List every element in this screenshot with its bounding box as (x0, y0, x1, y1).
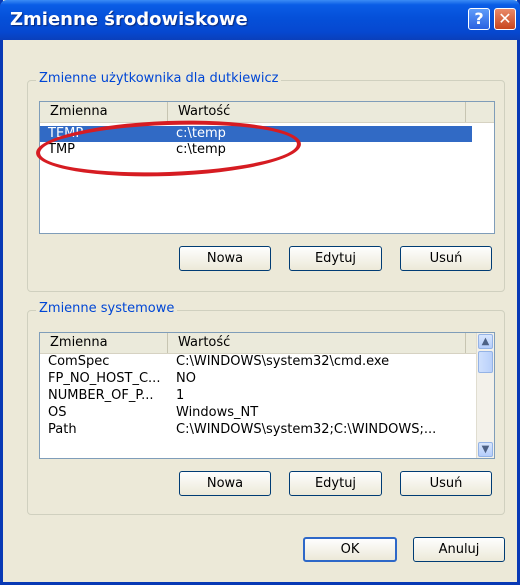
list-item-path[interactable]: Path C:\WINDOWS\system32;C:\WINDOWS;... (40, 422, 477, 438)
variable-value: C:\WINDOWS\system32\cmd.exe (176, 354, 390, 369)
ok-button[interactable]: OK (303, 537, 397, 562)
system-variables-list[interactable]: Zmienna Wartość ComSpec C:\WINDOWS\syste… (39, 332, 495, 459)
column-header-name[interactable]: Zmienna (40, 333, 168, 353)
system-variables-label: Zmienne systemowe (36, 301, 178, 316)
variable-value: Windows_NT (176, 405, 259, 420)
title-bar[interactable]: Zmienne środowiskowe ? ✕ (0, 0, 520, 40)
close-icon[interactable]: ✕ (494, 8, 516, 30)
column-header-value[interactable]: Wartość (168, 333, 466, 353)
variable-value: 1 (176, 388, 185, 403)
list-header: Zmienna Wartość (40, 333, 477, 354)
new-system-variable-button[interactable]: Nowa (179, 471, 271, 496)
variable-name: FP_NO_HOST_C... (48, 371, 161, 386)
system-list-scrollbar[interactable]: ▲ ▼ (476, 333, 494, 458)
edit-system-variable-button[interactable]: Edytuj (289, 471, 382, 496)
new-user-variable-button[interactable]: Nowa (179, 246, 271, 271)
variable-name: OS (48, 405, 67, 420)
column-header-name[interactable]: Zmienna (40, 102, 168, 122)
variable-name: NUMBER_OF_P... (48, 388, 154, 403)
help-icon[interactable]: ? (468, 8, 490, 30)
list-item-fp-no-host[interactable]: FP_NO_HOST_C... NO (40, 371, 477, 387)
list-item-number-of-processors[interactable]: NUMBER_OF_P... 1 (40, 388, 477, 404)
delete-system-variable-button[interactable]: Usuń (400, 471, 492, 496)
variable-value: NO (176, 371, 196, 386)
list-item-comspec[interactable]: ComSpec C:\WINDOWS\system32\cmd.exe (40, 354, 477, 370)
cancel-button[interactable]: Anuluj (413, 537, 505, 562)
environment-variables-dialog: Zmienne środowiskowe ? ✕ Zmienne użytkow… (0, 0, 520, 585)
user-variables-group: Zmienne użytkownika dla dutkiewicz Zmien… (27, 71, 505, 292)
list-item-os[interactable]: OS Windows_NT (40, 405, 477, 421)
edit-user-variable-button[interactable]: Edytuj (289, 246, 382, 271)
chevron-up-icon[interactable]: ▲ (478, 334, 493, 349)
window-title: Zmienne środowiskowe (10, 9, 248, 30)
variable-name: Path (48, 422, 77, 437)
user-variables-label: Zmienne użytkownika dla dutkiewicz (36, 71, 282, 86)
variable-value: C:\WINDOWS\system32;C:\WINDOWS;... (176, 422, 437, 437)
variable-name: ComSpec (48, 354, 110, 369)
chevron-down-icon[interactable]: ▼ (478, 442, 493, 457)
delete-user-variable-button[interactable]: Usuń (400, 246, 492, 271)
column-header-value[interactable]: Wartość (168, 102, 466, 122)
scrollbar-thumb[interactable] (478, 351, 493, 373)
system-variables-group: Zmienne systemowe Zmienna Wartość ComSpe… (27, 301, 505, 515)
list-header: Zmienna Wartość (40, 102, 494, 123)
